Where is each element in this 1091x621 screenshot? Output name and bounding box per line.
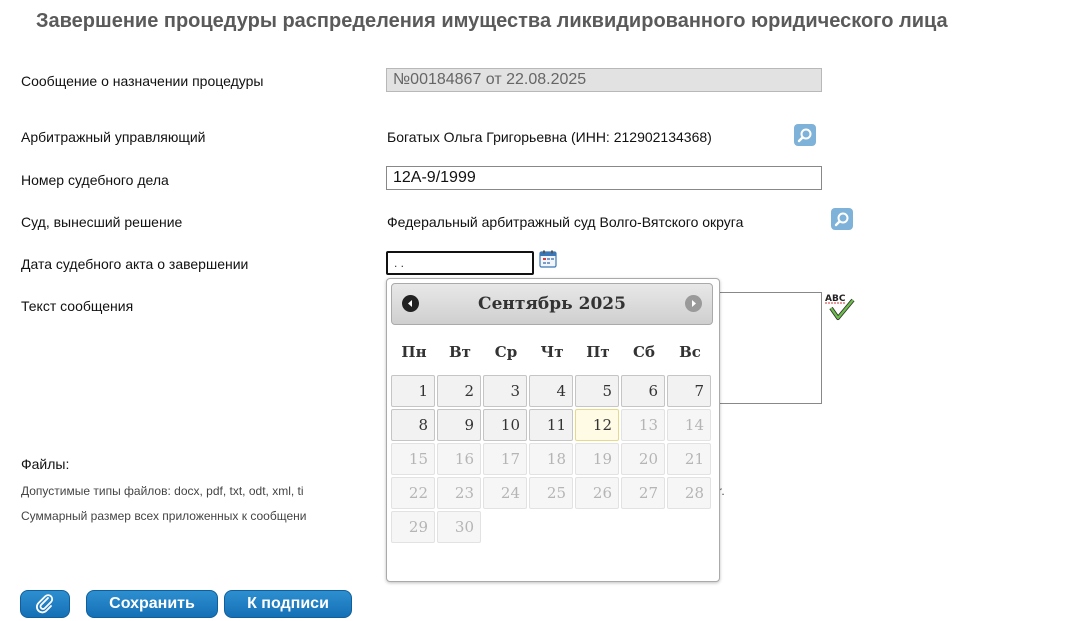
to-sign-button[interactable]: К подписи	[224, 590, 352, 618]
calendar-day[interactable]: 3	[483, 375, 527, 407]
next-month-button[interactable]	[685, 295, 702, 312]
weekday-header: Пн	[401, 343, 427, 361]
paperclip-icon	[36, 594, 54, 614]
calendar-day-today[interactable]: 12	[575, 409, 619, 441]
calendar-day: 24	[483, 477, 527, 509]
case-number-label: Номер судебного дела	[21, 172, 169, 188]
arbitration-manager-value: Богатых Ольга Григорьевна (ИНН: 21290213…	[387, 129, 712, 145]
calendar-day: 17	[483, 443, 527, 475]
datepicker-popup: Сентябрь 2025 Пн Вт Ср Чт Пт Сб Вс 1 2 3 4 5 6 7 8 9 10…	[386, 278, 720, 582]
files-size-note: Суммарный размер всех приложенных к сооб…	[21, 509, 307, 523]
calendar-day: 15	[391, 443, 435, 475]
procedure-message-label: Сообщение о назначении процедуры	[21, 73, 264, 89]
calendar-day: 27	[621, 477, 665, 509]
search-icon	[834, 212, 849, 227]
calendar-day: 14	[667, 409, 711, 441]
weekday-header: Вс	[679, 343, 701, 361]
calendar-day[interactable]: 10	[483, 409, 527, 441]
case-number-input[interactable]: 12А-9/1999	[386, 166, 822, 190]
arbitration-manager-label: Арбитражный управляющий	[21, 129, 206, 145]
calendar-day: 23	[437, 477, 481, 509]
weekday-header: Ср	[494, 343, 518, 361]
files-allowed-types: Допустимые типы файлов: docx, pdf, txt, …	[21, 484, 304, 498]
calendar-day: 21	[667, 443, 711, 475]
calendar-day: 16	[437, 443, 481, 475]
calendar-day[interactable]: 7	[667, 375, 711, 407]
calendar-day[interactable]: 8	[391, 409, 435, 441]
calendar-day[interactable]: 4	[529, 375, 573, 407]
calendar-day: 22	[391, 477, 435, 509]
page-title: Завершение процедуры распределения имуще…	[36, 10, 948, 32]
calendar-day[interactable]: 2	[437, 375, 481, 407]
calendar-day[interactable]: 1	[391, 375, 435, 407]
completion-date-label: Дата судебного акта о завершении	[21, 256, 249, 272]
calendar-day[interactable]: 5	[575, 375, 619, 407]
attach-file-button[interactable]	[20, 590, 70, 618]
calendar-icon[interactable]	[539, 250, 557, 268]
calendar-day: 18	[529, 443, 573, 475]
calendar-day: 26	[575, 477, 619, 509]
message-text-label: Текст сообщения	[21, 298, 134, 314]
files-heading: Файлы:	[21, 456, 70, 472]
calendar-day: 25	[529, 477, 573, 509]
calendar-day: 13	[621, 409, 665, 441]
weekday-header: Вт	[449, 343, 471, 361]
calendar-day: 29	[391, 511, 435, 543]
manager-search-button[interactable]	[794, 124, 816, 146]
save-button[interactable]: Сохранить	[86, 590, 218, 618]
completion-date-input[interactable]: . .	[386, 251, 534, 275]
calendar-day: 20	[621, 443, 665, 475]
datepicker-month-title: Сентябрь 2025	[478, 294, 626, 314]
calendar-day[interactable]: 9	[437, 409, 481, 441]
datepicker-weekdays: Пн Вт Ср Чт Пт Сб Вс	[391, 343, 715, 367]
datepicker-days-grid: 1 2 3 4 5 6 7 8 9 10 11 12 13 14 15 16 17 18 19 20 21 22 23 24 2…	[391, 375, 715, 575]
court-search-button[interactable]	[831, 208, 853, 230]
calendar-day[interactable]: 11	[529, 409, 573, 441]
calendar-day: 19	[575, 443, 619, 475]
chevron-right-icon	[692, 300, 696, 307]
court-value: Федеральный арбитражный суд Волго-Вятско…	[387, 214, 744, 230]
procedure-message-field: №00184867 от 22.08.2025	[386, 68, 822, 92]
calendar-day: 28	[667, 477, 711, 509]
weekday-header: Пт	[586, 343, 610, 361]
spellcheck-icon[interactable]: ABC	[823, 290, 857, 324]
search-icon	[797, 128, 812, 143]
calendar-day[interactable]: 6	[621, 375, 665, 407]
datepicker-header: Сентябрь 2025	[391, 283, 713, 325]
calendar-day: 30	[437, 511, 481, 543]
weekday-header: Чт	[540, 343, 564, 361]
weekday-header: Сб	[633, 343, 655, 361]
court-label: Суд, вынесший решение	[21, 214, 183, 230]
